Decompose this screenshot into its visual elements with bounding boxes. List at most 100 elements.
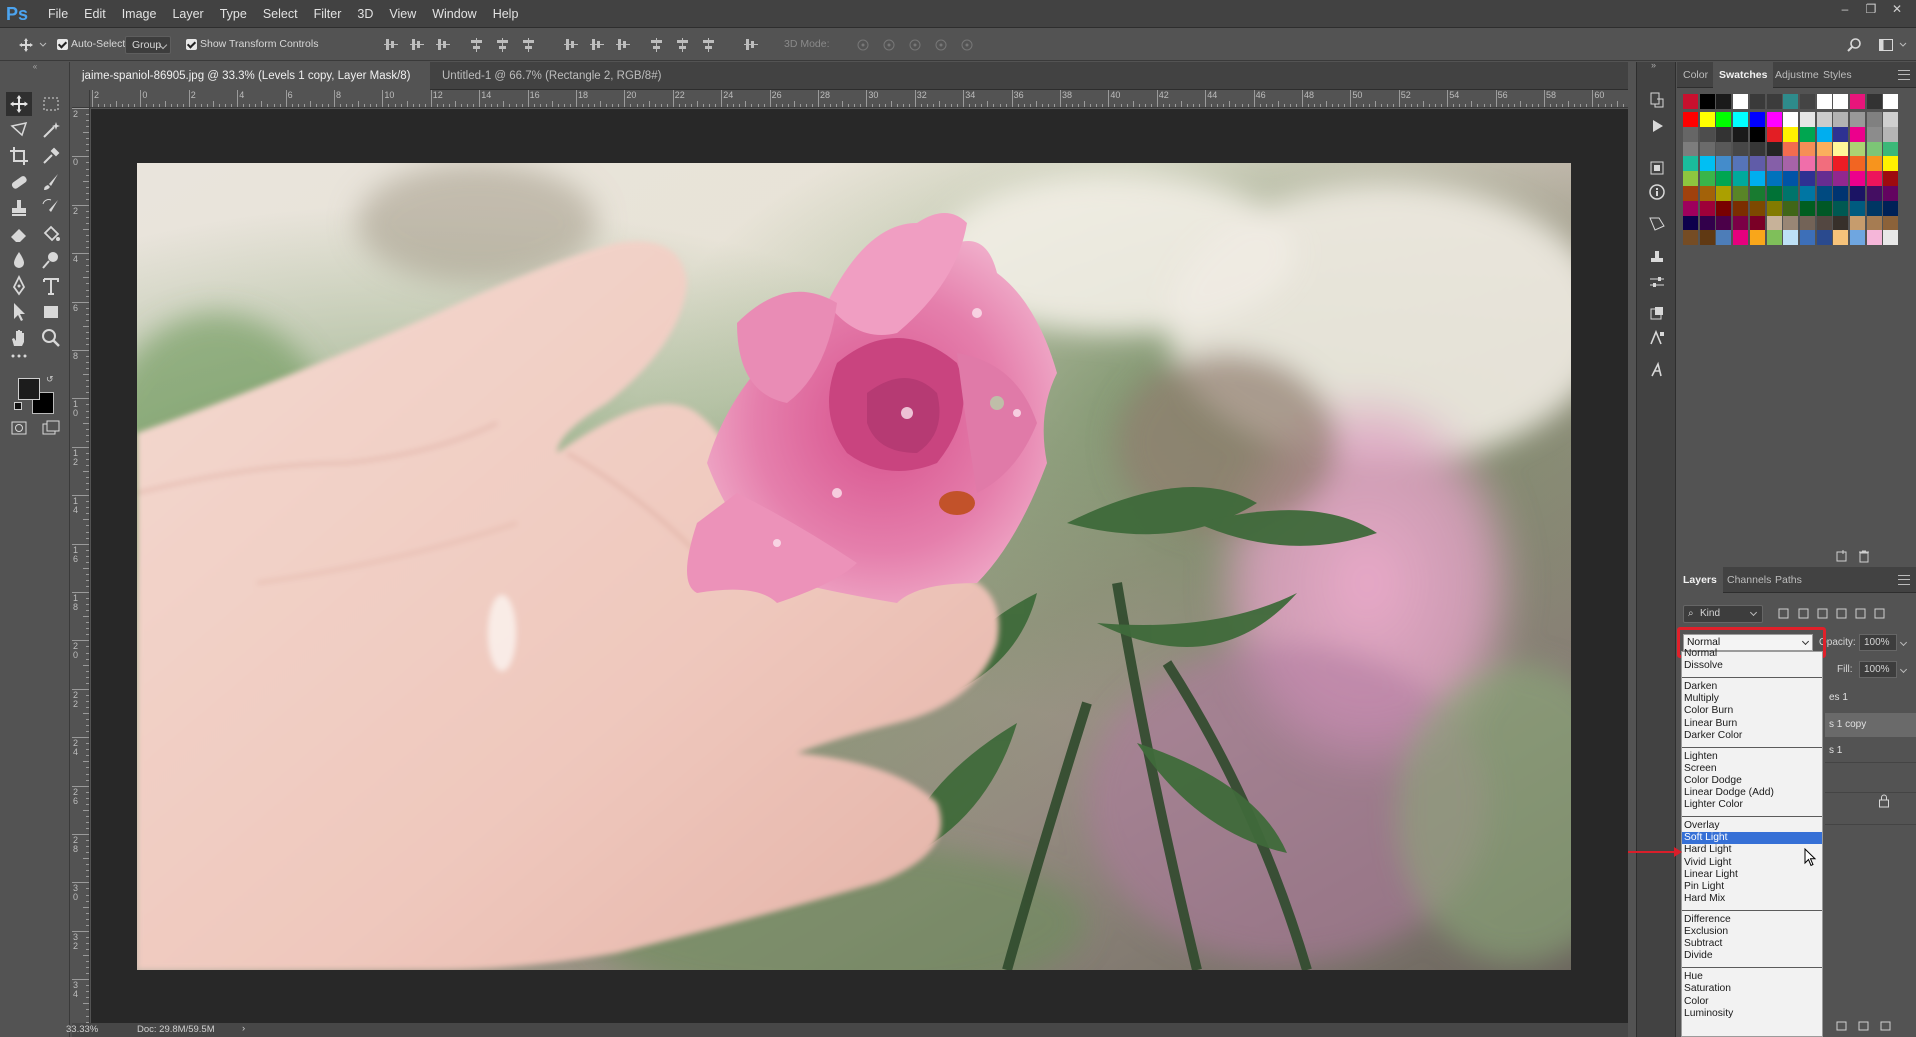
blend-mode-soft-light[interactable]: Soft Light <box>1682 832 1822 845</box>
tab-document-active[interactable]: jaime-spaniol-86905.jpg @ 33.3% (Levels … <box>72 62 430 110</box>
swatch[interactable] <box>1783 200 1799 216</box>
swatch[interactable] <box>1683 112 1698 127</box>
tab-paths[interactable]: Paths <box>1769 567 1808 593</box>
new-layer-icon[interactable] <box>1857 1019 1870 1032</box>
filter-toggle-icon[interactable] <box>1873 607 1886 620</box>
swatch[interactable] <box>1799 186 1815 201</box>
adjustments-sliders-icon[interactable] <box>1647 272 1667 292</box>
menu-select[interactable]: Select <box>255 0 306 28</box>
swatch[interactable] <box>1783 141 1799 157</box>
3d-scale-icon[interactable] <box>960 38 974 52</box>
clone-source-icon[interactable] <box>1647 248 1667 268</box>
swatch[interactable] <box>1816 112 1832 127</box>
swatch[interactable] <box>1683 156 1698 172</box>
path-selection-icon[interactable] <box>6 300 32 324</box>
swatch[interactable] <box>1816 94 1832 109</box>
align-bottom-edges-icon[interactable] <box>436 38 450 52</box>
swatch[interactable] <box>1883 171 1899 187</box>
swatch[interactable] <box>1683 141 1698 157</box>
group-select[interactable]: Group <box>125 36 171 54</box>
swatch[interactable] <box>1799 141 1815 157</box>
swatch[interactable] <box>1866 171 1882 187</box>
type-tool-icon[interactable] <box>38 274 64 298</box>
swatch[interactable] <box>1850 141 1865 157</box>
adjustment-layer-filter-icon[interactable] <box>1797 607 1810 620</box>
swatch[interactable] <box>1683 186 1698 201</box>
swatch[interactable] <box>1699 126 1715 142</box>
swatch[interactable] <box>1850 171 1865 187</box>
swatch[interactable] <box>1866 186 1882 201</box>
swatch[interactable] <box>1850 94 1865 109</box>
zoom-level[interactable]: 33.33% <box>66 1024 98 1035</box>
swatch[interactable] <box>1833 94 1849 109</box>
chevron-down-icon[interactable] <box>38 37 48 53</box>
swatch[interactable] <box>1816 215 1832 231</box>
swatch[interactable] <box>1799 215 1815 231</box>
swatch[interactable] <box>1833 200 1849 216</box>
delete-layer-icon[interactable] <box>1879 1019 1892 1032</box>
swatch[interactable] <box>1816 141 1832 157</box>
swatch[interactable] <box>1799 171 1815 187</box>
swatch[interactable] <box>1866 156 1882 172</box>
actions-panel-icon[interactable] <box>1647 116 1667 136</box>
blend-mode-divide[interactable]: Divide <box>1682 950 1822 962</box>
swatch[interactable] <box>1799 200 1815 216</box>
hand-tool-icon[interactable] <box>6 326 32 350</box>
3d-pan-icon[interactable] <box>908 38 922 52</box>
align-vertical-centers-icon[interactable] <box>410 38 424 52</box>
type-layer-filter-icon[interactable] <box>1816 607 1829 620</box>
document-photo[interactable] <box>137 163 1571 970</box>
blend-mode-lighter-color[interactable]: Lighter Color <box>1682 799 1822 811</box>
tools-collapse-icon[interactable]: « <box>0 63 70 71</box>
new-group-icon[interactable] <box>1835 1019 1848 1032</box>
menu-file[interactable]: File <box>40 0 76 28</box>
swatch[interactable] <box>1733 156 1749 172</box>
swatch[interactable] <box>1699 94 1715 109</box>
zoom-tool-icon[interactable] <box>38 326 64 350</box>
swatch[interactable] <box>1733 112 1749 127</box>
swatch[interactable] <box>1850 126 1865 142</box>
distribute-vcenter-icon[interactable] <box>590 38 604 52</box>
minimize-icon[interactable]: – <box>1834 0 1856 20</box>
swatch[interactable] <box>1699 186 1715 201</box>
swatch[interactable] <box>1749 94 1765 109</box>
swatch[interactable] <box>1883 215 1899 231</box>
swatch[interactable] <box>1766 230 1782 246</box>
swatch[interactable] <box>1699 230 1715 246</box>
swatch[interactable] <box>1749 200 1765 216</box>
3d-roll-icon[interactable] <box>882 38 896 52</box>
blend-mode-linear-dodge-add[interactable]: Linear Dodge (Add) <box>1682 787 1822 799</box>
swatch[interactable] <box>1766 186 1782 201</box>
swap-colors-icon[interactable]: ↺ <box>46 374 56 384</box>
swatch[interactable] <box>1783 230 1799 246</box>
swatch[interactable] <box>1783 156 1799 172</box>
swatch[interactable] <box>1733 94 1749 109</box>
swatch[interactable] <box>1833 126 1849 142</box>
swatch[interactable] <box>1749 156 1765 172</box>
swatch[interactable] <box>1716 186 1732 201</box>
swatch[interactable] <box>1766 141 1782 157</box>
swatch[interactable] <box>1683 126 1698 142</box>
blend-mode-multiply[interactable]: Multiply <box>1682 693 1822 705</box>
swatch[interactable] <box>1766 112 1782 127</box>
swatch[interactable] <box>1716 230 1732 246</box>
auto-select-checkbox[interactable] <box>57 39 68 50</box>
swatch[interactable] <box>1683 200 1698 216</box>
swatch[interactable] <box>1833 156 1849 172</box>
search-icon[interactable] <box>1846 37 1862 53</box>
character-panel-icon[interactable] <box>1647 304 1667 324</box>
swatch[interactable] <box>1799 156 1815 172</box>
menu-layer[interactable]: Layer <box>164 0 211 28</box>
more-tools-icon[interactable] <box>6 348 32 364</box>
swatch[interactable] <box>1883 186 1899 201</box>
swatch[interactable] <box>1749 141 1765 157</box>
menu-edit[interactable]: Edit <box>76 0 114 28</box>
blend-mode-color[interactable]: Color <box>1682 996 1822 1008</box>
pen-tool-icon[interactable] <box>6 274 32 298</box>
swatch[interactable] <box>1766 126 1782 142</box>
blend-mode-linear-burn[interactable]: Linear Burn <box>1682 718 1822 730</box>
close-icon[interactable]: ✕ <box>1886 0 1908 20</box>
align-right-edges-icon[interactable] <box>522 38 536 52</box>
workspace-chevron-icon[interactable] <box>1898 37 1908 53</box>
smart-object-filter-icon[interactable] <box>1854 607 1867 620</box>
